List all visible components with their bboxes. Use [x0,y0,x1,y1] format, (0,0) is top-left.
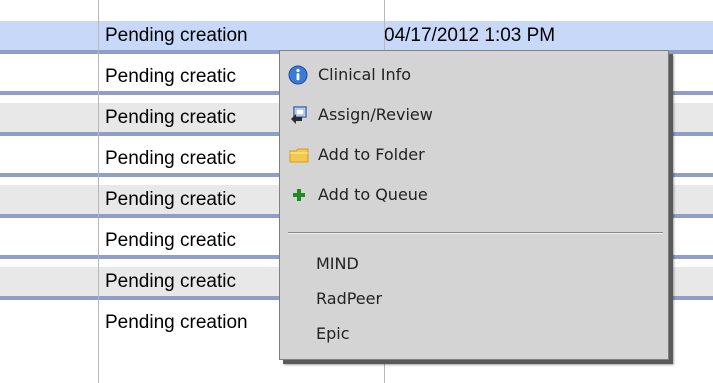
menu-item-mind[interactable]: MIND [288,249,658,279]
menu-item-label: RadPeer [316,289,383,308]
context-menu: Clinical Info Assign/Review Add to Folde… [279,50,669,360]
menu-item-label: MIND [316,254,359,273]
date-cell: 04/17/2012 1:03 PM [384,25,556,46]
menu-item-add-to-queue[interactable]: Add to Queue [288,180,658,210]
date-cell [384,0,704,8]
menu-item-clinical-info[interactable]: Clinical Info [288,60,658,90]
menu-item-label: Clinical Info [318,65,412,84]
menu-item-label: Epic [316,324,350,343]
menu-item-label: Add to Folder [318,145,425,164]
menu-separator [288,232,663,234]
menu-item-label: Assign/Review [318,105,433,124]
menu-item-epic[interactable]: Epic [288,319,658,349]
assign-review-icon [288,105,310,125]
menu-item-radpeer[interactable]: RadPeer [288,284,658,314]
status-cell: Pending creation [105,25,248,46]
screen: Pending creation 04/17/2012 1:03 PM Pend… [0,0,713,383]
plus-icon [288,185,310,205]
column-divider [98,0,99,383]
menu-item-assign-review[interactable]: Assign/Review [288,100,658,130]
info-icon [288,65,310,85]
folder-icon [288,145,310,165]
menu-item-add-to-folder[interactable]: Add to Folder [288,140,658,170]
status-cell [105,0,385,8]
menu-item-label: Add to Queue [318,185,428,204]
